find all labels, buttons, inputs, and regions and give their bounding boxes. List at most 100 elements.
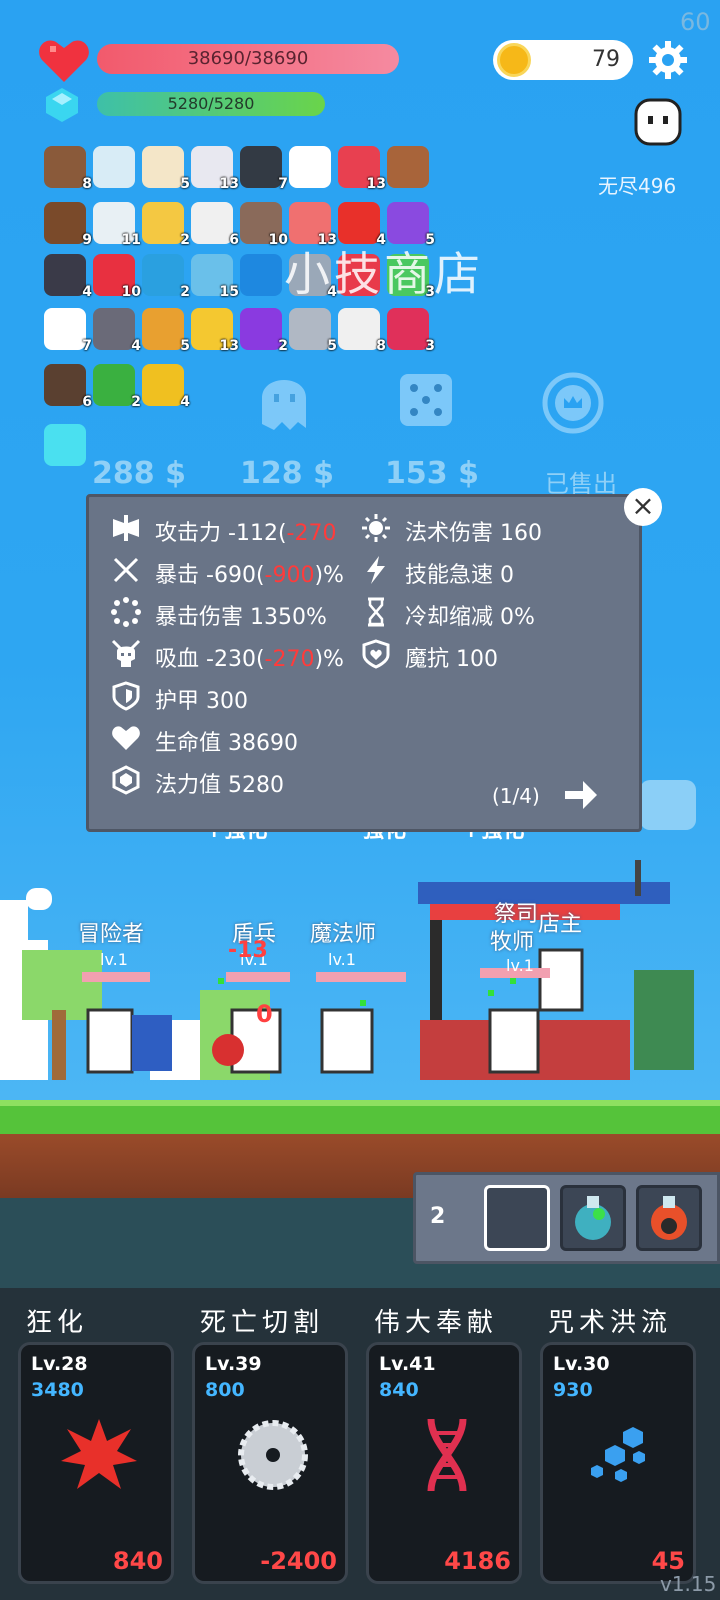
lifesteal-stat: 吸血 -230(-270)% [155, 647, 344, 672]
skill-cost: 800 [205, 1379, 245, 1401]
potion-slot-3[interactable] [636, 1185, 702, 1251]
axe-icon [113, 515, 139, 541]
unit-name-mage: 魔法师 [310, 922, 377, 947]
shop-title: 小技商店 [284, 247, 484, 301]
book-icon[interactable]: 5 [142, 308, 190, 354]
saw-blade-icon [238, 1420, 308, 1490]
skill-level: Lv.28 [31, 1353, 88, 1375]
mp-text: 5280/5280 [167, 94, 255, 113]
bow-icon[interactable]: 9 [44, 202, 92, 248]
piggy-bank-icon[interactable]: 7 [240, 146, 288, 192]
hp-stat: 生命值 38690 [155, 731, 299, 756]
item-count: 13 [219, 338, 239, 354]
magic-damage-stat: 法术伤害 160 [405, 521, 543, 546]
sun-icon [362, 514, 390, 542]
crossed-swords-icon [113, 557, 139, 583]
gear-icon[interactable] [648, 40, 688, 80]
chest-icon[interactable] [387, 146, 429, 188]
crit-stat: 暴击 -690(-900)% [155, 563, 344, 588]
hexagons-icon [591, 1427, 645, 1482]
meteor-icon[interactable]: 6 [44, 364, 92, 410]
strawberry-icon[interactable]: 10 [93, 254, 141, 300]
version-label: v1.15 [660, 1572, 717, 1596]
skill-name-devotion: 伟大奉献 [374, 1308, 499, 1338]
skill-name-death-cut: 死亡切割 [200, 1308, 325, 1338]
ring-icon[interactable]: 2 [142, 202, 190, 248]
item-count: 5 [180, 338, 190, 354]
item-count: 2 [278, 338, 288, 354]
item-count: 13 [366, 176, 386, 192]
watermelon-icon[interactable]: 2 [93, 364, 141, 410]
sunflower-icon[interactable]: 13 [191, 308, 239, 354]
potion-slot-empty[interactable] [484, 1185, 550, 1251]
hourglass-icon [368, 597, 384, 627]
coin-icon [497, 43, 531, 77]
unit-name-shopkeeper: 店主 [538, 912, 583, 937]
item-count: 15 [219, 284, 239, 300]
moon-icon[interactable]: 5 [142, 146, 190, 192]
crit-damage-stat: 暴击伤害 1350% [155, 605, 327, 630]
cooldown-stat: 冷却缩减 0% [405, 605, 535, 630]
shop-price-3[interactable]: 153 $ [385, 456, 479, 491]
unit-name-cleric: 牧师 [490, 930, 535, 955]
shield-wood-icon[interactable]: 8 [44, 146, 92, 192]
glow-box-icon[interactable] [44, 424, 86, 466]
item-count: 5 [180, 176, 190, 192]
crystal-ball-icon[interactable]: 2 [240, 308, 288, 354]
hp-text: 38690/38690 [187, 48, 309, 69]
item-count: 11 [121, 232, 141, 248]
tombstone-icon[interactable]: 10 [240, 202, 288, 248]
item-count: 9 [82, 232, 92, 248]
dice-icon[interactable]: 8 [338, 308, 386, 354]
crit-damage-icon [111, 597, 141, 627]
item-count: 7 [278, 176, 288, 192]
skill-name-curse-torrent: 咒术洪流 [548, 1308, 673, 1338]
armor-stat: 护甲 300 [155, 689, 249, 714]
ghost-icon[interactable]: 7 [44, 308, 92, 354]
mana-gem-icon [46, 88, 78, 122]
skill-level: Lv.41 [379, 1353, 436, 1375]
blue-gem-icon[interactable] [240, 254, 282, 296]
magic-wand-icon[interactable]: 4 [142, 364, 190, 410]
magnifier-icon[interactable] [93, 146, 135, 188]
bubble-icon[interactable]: 15 [191, 254, 239, 300]
fish-icon[interactable]: 2 [142, 254, 190, 300]
skill-level: Lv.39 [205, 1353, 262, 1375]
skill-card-death-cut[interactable]: Lv.39 800 -2400 [192, 1342, 348, 1584]
ghost-icon[interactable] [632, 98, 684, 148]
crown-badge-icon [542, 372, 604, 434]
shop-price-2[interactable]: 128 $ [240, 456, 334, 491]
hook-icon[interactable]: 4 [44, 254, 92, 300]
shield-icon [112, 681, 140, 711]
axe-icon[interactable]: 5 [289, 308, 337, 354]
question-icon[interactable] [289, 146, 331, 188]
skill-card-devotion[interactable]: Lv.41 840 4186 [366, 1342, 522, 1584]
haste-stat: 技能急速 0 [405, 563, 515, 588]
attack-stat: 攻击力 -112(-270 [155, 521, 337, 546]
dice-shop-icon[interactable] [394, 368, 458, 432]
potion-slot-2[interactable] [560, 1185, 626, 1251]
envelope-icon[interactable]: 6 [191, 202, 239, 248]
next-page-arrow-icon[interactable] [563, 778, 599, 812]
jar-icon[interactable]: 3 [387, 308, 435, 354]
shop-price-1[interactable]: 288 $ [92, 456, 186, 491]
red-shield-icon[interactable]: 13 [338, 146, 386, 192]
boot-icon[interactable]: 11 [93, 202, 141, 248]
unit-level-mage: lv.1 [328, 950, 356, 969]
skill-card-berserk[interactable]: Lv.28 3480 840 [18, 1342, 174, 1584]
damage-popup: -13 [228, 938, 268, 963]
ghost-shop-icon[interactable] [254, 368, 314, 436]
item-count: 6 [229, 232, 239, 248]
upgrade-button-behind[interactable] [640, 780, 696, 830]
item-count: 10 [121, 284, 141, 300]
skill-value: 840 [112, 1547, 163, 1575]
close-button[interactable]: × [624, 488, 662, 526]
damage-popup: 0 [256, 1000, 273, 1028]
skill-card-curse-torrent[interactable]: Lv.30 930 45 [540, 1342, 696, 1584]
skill-value: 4186 [444, 1547, 511, 1575]
item-count: 2 [180, 284, 190, 300]
spiked-mace-icon[interactable]: 4 [93, 308, 141, 354]
unicorn-icon[interactable]: 13 [191, 146, 239, 192]
unit-name-adventurer: 冒险者 [78, 922, 145, 947]
magic-shield-icon [362, 639, 390, 669]
